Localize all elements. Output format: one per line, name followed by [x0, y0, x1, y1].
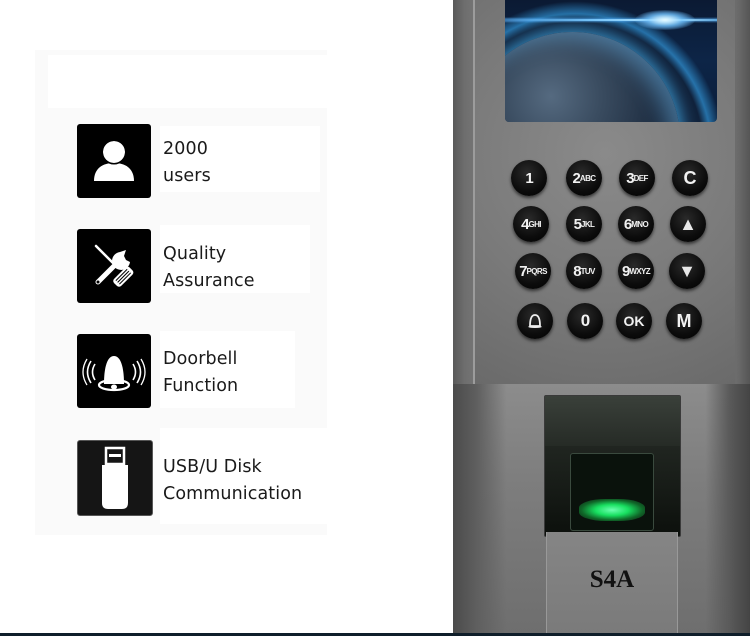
key-0[interactable]: 0 [567, 303, 603, 339]
key-3[interactable]: 3 DEF [619, 160, 655, 196]
feature-label: USB/U Disk Communication [163, 457, 303, 504]
key-menu[interactable]: M [666, 303, 702, 339]
fingerprint-led [579, 499, 645, 521]
key-4[interactable]: 4 GHI [513, 206, 549, 242]
feature-label: Doorbell Function [163, 349, 239, 396]
key-doorbell[interactable] [517, 303, 553, 339]
device-screen [505, 0, 717, 122]
fingerprint-housing [544, 395, 681, 537]
features-header-blank [48, 55, 328, 108]
earth-image [505, 32, 680, 122]
model-label: S4A [589, 566, 635, 593]
tools-icon [77, 229, 151, 303]
key-6[interactable]: 6 MNO [618, 206, 654, 242]
arrow-up-icon: ▲ [679, 213, 697, 234]
key-down[interactable]: ▼ [669, 253, 705, 289]
key-1[interactable]: 1 [511, 160, 547, 196]
feature-label: 2000 users [163, 139, 211, 186]
usb-drive-icon [77, 440, 153, 516]
key-8[interactable]: 8 TUV [566, 253, 602, 289]
key-clear[interactable]: C [672, 160, 708, 196]
model-plate: S4A [546, 532, 678, 636]
key-9[interactable]: 9 WXYZ [618, 253, 654, 289]
feature-label: Quality Assurance [163, 244, 255, 291]
doorbell-icon [77, 334, 151, 408]
fingerprint-terminal: 1 2 ABC 3 DEF C 4 GHI 5 JKL 6 MNO ▲ 7 PQRS 8 TU… [453, 0, 750, 636]
key-5[interactable]: 5 JKL [566, 206, 602, 242]
key-2[interactable]: 2 ABC [566, 160, 602, 196]
bell-icon [528, 314, 542, 328]
key-up[interactable]: ▲ [670, 206, 706, 242]
key-7[interactable]: 7 PQRS [515, 253, 551, 289]
arrow-down-icon: ▼ [678, 260, 696, 281]
key-ok[interactable]: OK [616, 303, 652, 339]
user-icon [77, 124, 151, 198]
fingerprint-sensor[interactable] [570, 453, 654, 531]
